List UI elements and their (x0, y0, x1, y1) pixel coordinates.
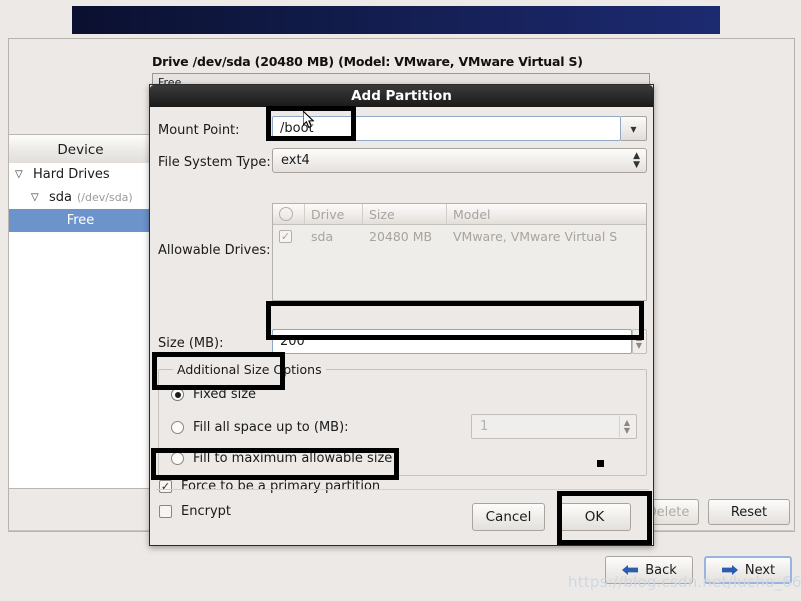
cancel-button[interactable]: Cancel (472, 503, 545, 531)
checkbox-unchecked-icon[interactable] (159, 505, 172, 518)
cell-model: VMware, VMware Virtual S (453, 228, 618, 244)
cell-drive: sda (311, 228, 334, 244)
size-spinner[interactable]: ▲ ▼ (632, 329, 647, 354)
additional-size-options-group: Additional Size Options Fixed size Fill … (158, 362, 647, 476)
checkbox-encrypt[interactable]: Encrypt (159, 504, 231, 519)
file-system-type-select[interactable]: ext4 ▲ ▼ (272, 148, 647, 173)
spinner-arrows-icon[interactable]: ▲ ▼ (619, 416, 634, 437)
drive-summary-label: Drive /dev/sda (20480 MB) (Model: VMware… (152, 54, 583, 69)
allowable-drives-label: Allowable Drives: (158, 243, 271, 258)
column-header-size[interactable]: Size (363, 204, 447, 224)
radio-unselected-icon[interactable] (171, 421, 184, 434)
checkbox-force-primary-partition[interactable]: ✓ Force to be a primary partition (159, 479, 380, 494)
checkbox-force-primary-label: Force to be a primary partition (181, 479, 381, 494)
tree-item-label: sda (49, 190, 72, 205)
radio-fixed-size-label: Fixed size (193, 387, 257, 402)
checkbox-checked-icon[interactable]: ✓ (279, 229, 292, 243)
radio-fixed-size[interactable]: Fixed size (171, 387, 256, 402)
checkbox-encrypt-label: Encrypt (181, 504, 231, 519)
additional-size-options-legend: Additional Size Options (173, 362, 326, 377)
allowable-drives-table[interactable]: Drive Size Model ✓ sda 20480 MB VMware, … (272, 203, 647, 301)
screen: Drive /dev/sda (20480 MB) (Model: VMware… (0, 0, 801, 601)
dialog-body: Mount Point: /boot ▾ File System Type: e… (150, 107, 653, 546)
radio-selected-icon[interactable] (171, 388, 184, 401)
chevron-down-icon: ▾ (630, 121, 637, 136)
dialog-title: Add Partition (150, 85, 653, 107)
watermark-text: https://blog.csdn.net/lucho_666 (568, 573, 801, 591)
mount-point-input[interactable]: /boot (272, 116, 621, 141)
file-system-type-value: ext4 (281, 153, 310, 168)
device-tree-body[interactable]: ▽ Hard Drives ▽ sda (/dev/sda) Free (8, 163, 153, 489)
checkbox-checked-icon[interactable]: ✓ (159, 480, 172, 493)
select-all-column-header[interactable] (273, 204, 305, 224)
size-input[interactable]: 200 (272, 329, 632, 354)
radio-fill-all-space-up-to[interactable]: Fill all space up to (MB): (171, 420, 349, 435)
dialog-button-divider (156, 489, 649, 490)
tree-item-free[interactable]: Free (9, 209, 152, 232)
radio-fill-to-maximum[interactable]: Fill to maximum allowable size (171, 451, 392, 466)
size-value: 200 (280, 334, 305, 349)
tree-item-label: Free (66, 213, 95, 228)
radio-fill-all-space-label: Fill all space up to (MB): (193, 420, 349, 435)
tree-item-sda[interactable]: ▽ sda (/dev/sda) (9, 186, 152, 209)
radio-unselected-icon[interactable] (171, 452, 184, 465)
chevron-down-icon[interactable]: ▽ (31, 192, 44, 203)
size-label: Size (MB): (158, 336, 224, 351)
cell-size: 20480 MB (369, 228, 433, 244)
allowable-drives-header: Drive Size Model (273, 204, 646, 225)
ok-button[interactable]: OK (558, 503, 631, 531)
radio-fill-to-maximum-label: Fill to maximum allowable size (193, 451, 393, 466)
column-header-model[interactable]: Model (447, 204, 646, 224)
tree-item-sublabel: (/dev/sda) (77, 191, 133, 204)
fill-up-to-value: 1 (480, 419, 489, 434)
chevron-down-icon[interactable]: ▽ (15, 169, 28, 180)
click-marker (597, 460, 604, 467)
chevron-up-down-icon: ▲ ▼ (633, 150, 640, 170)
table-row[interactable]: ✓ sda 20480 MB VMware, VMware Virtual S (273, 225, 646, 247)
column-header-drive[interactable]: Drive (305, 204, 363, 224)
add-partition-dialog: Add Partition Mount Point: /boot ▾ File … (149, 84, 654, 546)
row-checkbox-cell[interactable]: ✓ (273, 229, 305, 243)
installer-banner (72, 6, 720, 34)
mount-point-dropdown-button[interactable]: ▾ (621, 116, 647, 141)
tree-item-label: Hard Drives (33, 167, 110, 182)
tree-item-hard-drives[interactable]: ▽ Hard Drives (9, 163, 152, 186)
reset-button[interactable]: Reset (708, 499, 790, 525)
file-system-type-label: File System Type: (158, 155, 271, 170)
mount-point-value: /boot (280, 121, 314, 136)
fill-up-to-spinner-input[interactable]: 1 ▲ ▼ (471, 414, 637, 439)
device-tree-header: Device (8, 134, 153, 165)
circle-icon (279, 207, 293, 221)
spinner-arrows-icon[interactable]: ▲ ▼ (632, 331, 646, 352)
mount-point-label: Mount Point: (158, 123, 240, 138)
